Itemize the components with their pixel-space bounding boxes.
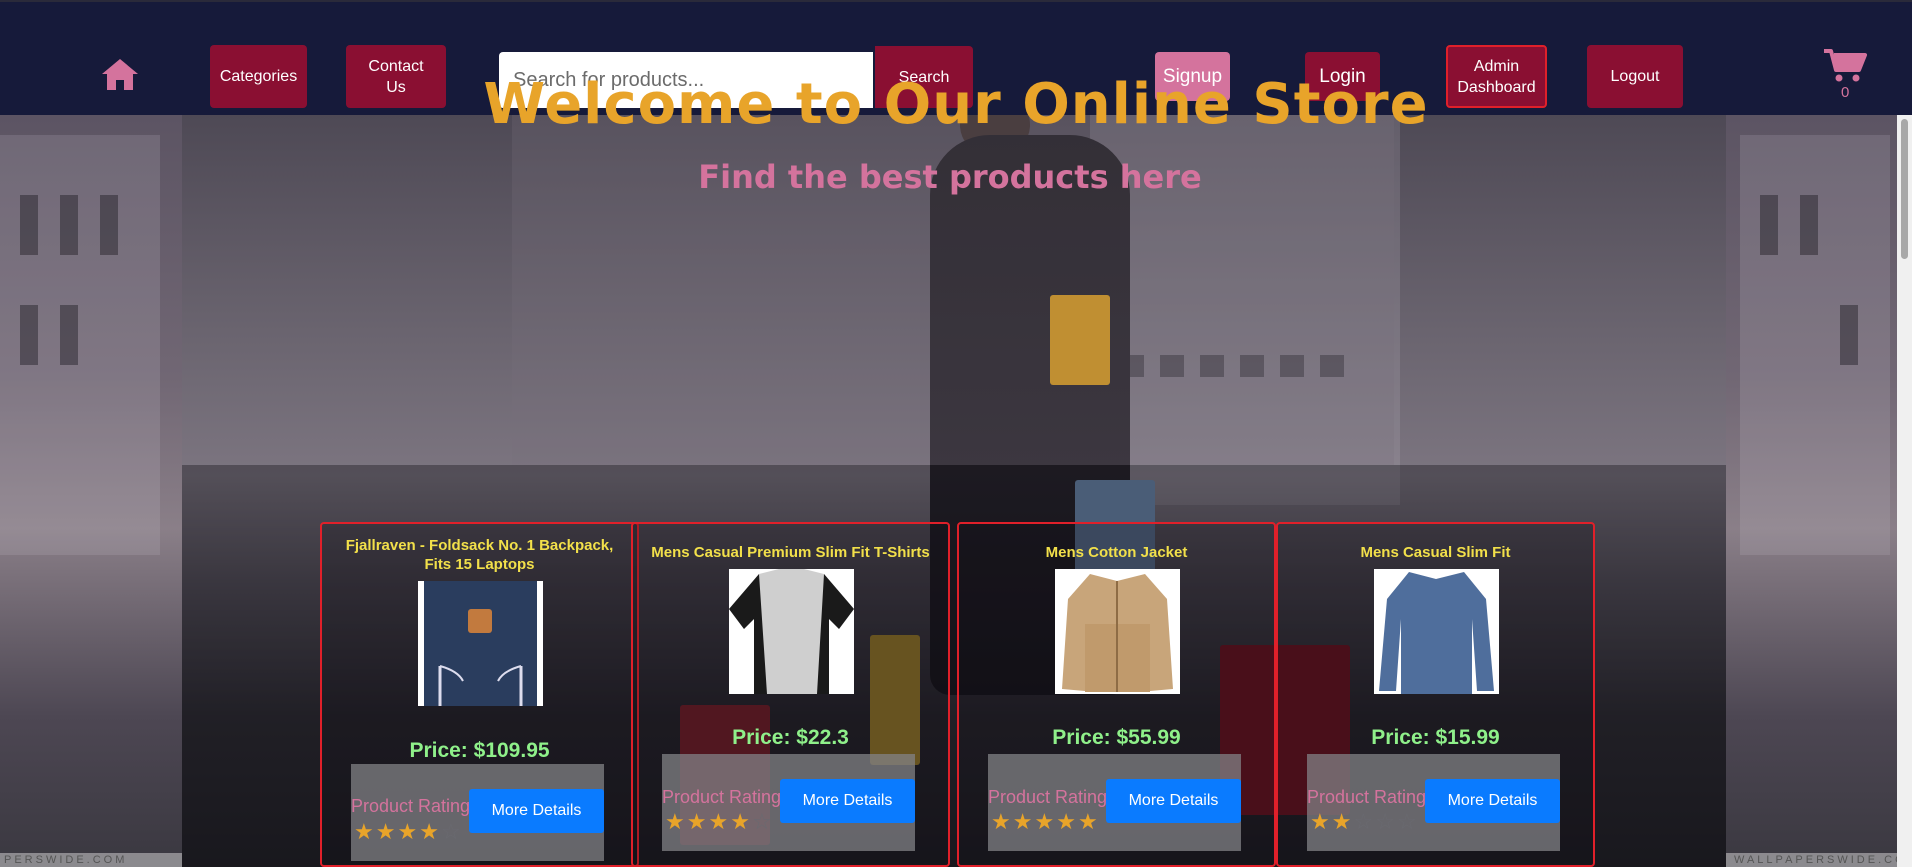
star-filled-icon: ★	[397, 819, 420, 844]
background-window	[60, 195, 78, 255]
star-filled-icon: ★	[1310, 809, 1332, 834]
product-card: Mens Casual Premium Slim Fit T-Shirts Pr…	[631, 522, 950, 867]
scrollbar-thumb[interactable]	[1901, 119, 1908, 259]
product-image[interactable]	[729, 569, 854, 694]
star-empty-icon: ☆	[1353, 809, 1376, 834]
product-footer: Product Rating ★★★★☆ More Details	[351, 764, 604, 861]
star-empty-icon: ☆	[1375, 809, 1397, 834]
star-filled-icon: ★	[686, 809, 709, 834]
product-card: Mens Cotton Jacket Price: $55.99 Product…	[957, 522, 1276, 867]
star-filled-icon: ★	[1077, 809, 1100, 834]
star-filled-icon: ★	[1012, 809, 1035, 834]
product-rating-label: Product Rating	[988, 787, 1108, 807]
background-window	[20, 195, 38, 255]
product-footer: Product Rating ★★★★☆ More Details	[662, 754, 915, 851]
hero-subtitle: Find the best products here	[698, 158, 1202, 196]
star-filled-icon: ★	[708, 809, 731, 834]
longsleeve-image	[1374, 569, 1499, 694]
star-filled-icon: ★	[991, 809, 1013, 834]
star-filled-icon: ★	[419, 819, 441, 844]
background-window	[100, 195, 118, 255]
backpack-image	[418, 581, 543, 706]
product-price: Price: $15.99	[1371, 726, 1500, 749]
product-price: Price: $109.95	[409, 739, 550, 762]
more-details-button[interactable]: More Details	[1425, 779, 1560, 823]
product-rating-stars: ★★★★★	[991, 809, 1100, 835]
star-filled-icon: ★	[665, 809, 687, 834]
background-window	[20, 305, 38, 365]
product-rating-label: Product Rating	[1307, 787, 1427, 807]
product-price: Price: $22.3	[732, 726, 849, 749]
hero-title: Welcome to Our Online Store	[483, 72, 1429, 137]
product-card: Fjallraven - Foldsack No. 1 Backpack, Fi…	[320, 522, 639, 867]
more-details-button[interactable]: More Details	[780, 779, 915, 823]
star-filled-icon: ★	[375, 819, 398, 844]
tshirt-image	[729, 569, 854, 694]
product-price: Price: $55.99	[1052, 726, 1181, 749]
product-image[interactable]	[1374, 569, 1499, 694]
product-rating-stars: ★★★★☆	[354, 819, 463, 845]
background-window	[1840, 305, 1858, 365]
watermark: WALLPAPERSWIDE.COM	[1726, 853, 1897, 867]
product-rating-stars: ★★☆☆☆	[1310, 809, 1419, 835]
background-window	[1800, 195, 1818, 255]
star-filled-icon: ★	[1034, 809, 1057, 834]
product-footer: Product Rating ★★☆☆☆ More Details	[1307, 754, 1560, 851]
product-image[interactable]	[1055, 569, 1180, 694]
product-card: Mens Casual Slim Fit Price: $15.99 Produ…	[1276, 522, 1595, 867]
product-image[interactable]	[418, 581, 543, 706]
star-filled-icon: ★	[1056, 809, 1078, 834]
star-empty-icon: ☆	[751, 809, 774, 834]
watermark: PERSWIDE.COM	[0, 853, 182, 867]
page-scrollbar[interactable]	[1897, 115, 1912, 867]
star-filled-icon: ★	[730, 809, 752, 834]
background-window	[60, 305, 78, 365]
product-title: Fjallraven - Foldsack No. 1 Backpack, Fi…	[345, 537, 614, 573]
jacket-image	[1055, 569, 1180, 694]
product-footer: Product Rating ★★★★★ More Details	[988, 754, 1241, 851]
star-filled-icon: ★	[1331, 809, 1354, 834]
star-filled-icon: ★	[354, 819, 376, 844]
product-rating-stars: ★★★★☆	[665, 809, 774, 835]
star-empty-icon: ☆	[440, 819, 463, 844]
product-title: Mens Casual Premium Slim Fit T-Shirts	[651, 544, 930, 561]
more-details-button[interactable]: More Details	[469, 789, 604, 833]
product-rating-label: Product Rating	[351, 796, 471, 816]
star-empty-icon: ☆	[1396, 809, 1419, 834]
background-window	[1760, 195, 1778, 255]
product-rating-label: Product Rating	[662, 787, 782, 807]
product-title: Mens Cotton Jacket	[1045, 544, 1188, 561]
product-title: Mens Casual Slim Fit	[1360, 544, 1511, 561]
more-details-button[interactable]: More Details	[1106, 779, 1241, 823]
